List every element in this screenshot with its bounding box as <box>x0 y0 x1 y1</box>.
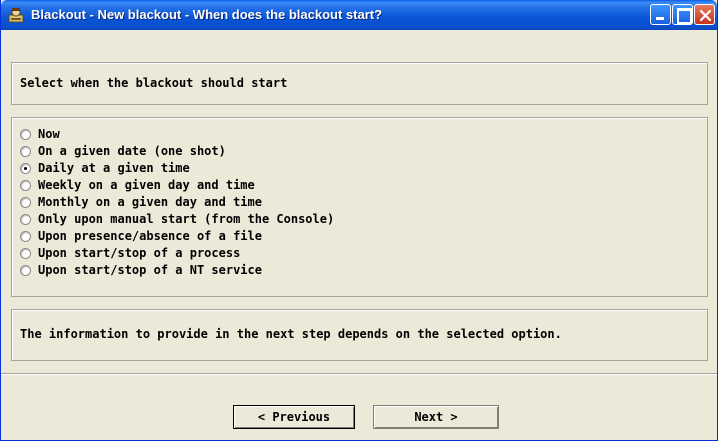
radio-button[interactable] <box>20 145 31 157</box>
option-label: On a given date (one shot) <box>38 144 226 158</box>
option-given-date[interactable]: On a given date (one shot) <box>20 143 226 159</box>
radio-button[interactable] <box>20 264 31 276</box>
title-bar[interactable]: Blackout - New blackout - When does the … <box>1 0 717 30</box>
radio-button[interactable] <box>20 179 31 191</box>
window-title: Blackout - New blackout - When does the … <box>31 7 383 22</box>
next-button[interactable]: Next > <box>373 405 499 429</box>
radio-button[interactable] <box>20 230 31 242</box>
maximize-button[interactable] <box>672 4 693 25</box>
footer-separator <box>1 373 717 375</box>
previous-button[interactable]: < Previous <box>233 405 355 429</box>
option-daily[interactable]: Daily at a given time <box>20 160 190 176</box>
app-icon <box>8 7 24 23</box>
option-process[interactable]: Upon start/stop of a process <box>20 245 240 261</box>
option-label: Daily at a given time <box>38 161 190 175</box>
option-now[interactable]: Now <box>20 126 60 142</box>
option-file[interactable]: Upon presence/absence of a file <box>20 228 262 244</box>
radio-button-selected[interactable] <box>20 162 31 174</box>
instruction-panel: Select when the blackout should start <box>11 62 708 105</box>
close-button[interactable] <box>694 4 715 25</box>
option-label: Now <box>38 127 60 141</box>
instruction-text: Select when the blackout should start <box>20 76 288 90</box>
radio-button[interactable] <box>20 213 31 225</box>
info-panel: The information to provide in the next s… <box>11 309 708 361</box>
option-label: Weekly on a given day and time <box>38 178 255 192</box>
minimize-button[interactable] <box>650 4 671 25</box>
option-nt-service[interactable]: Upon start/stop of a NT service <box>20 262 262 278</box>
option-label: Monthly on a given day and time <box>38 195 262 209</box>
info-text: The information to provide in the next s… <box>20 327 562 341</box>
option-label: Upon start/stop of a process <box>38 246 241 260</box>
option-label: Only upon manual start (from the Console… <box>38 212 335 226</box>
radio-button[interactable] <box>20 247 31 259</box>
option-manual[interactable]: Only upon manual start (from the Console… <box>20 211 334 227</box>
radio-button[interactable] <box>20 128 31 140</box>
radio-button[interactable] <box>20 196 31 208</box>
options-panel: Now On a given date (one shot) Daily at … <box>11 117 708 297</box>
option-monthly[interactable]: Monthly on a given day and time <box>20 194 262 210</box>
option-label: Upon start/stop of a NT service <box>38 263 262 277</box>
wizard-window: Blackout - New blackout - When does the … <box>0 0 718 441</box>
close-icon <box>699 9 712 22</box>
option-label: Upon presence/absence of a file <box>38 229 262 243</box>
option-weekly[interactable]: Weekly on a given day and time <box>20 177 255 193</box>
